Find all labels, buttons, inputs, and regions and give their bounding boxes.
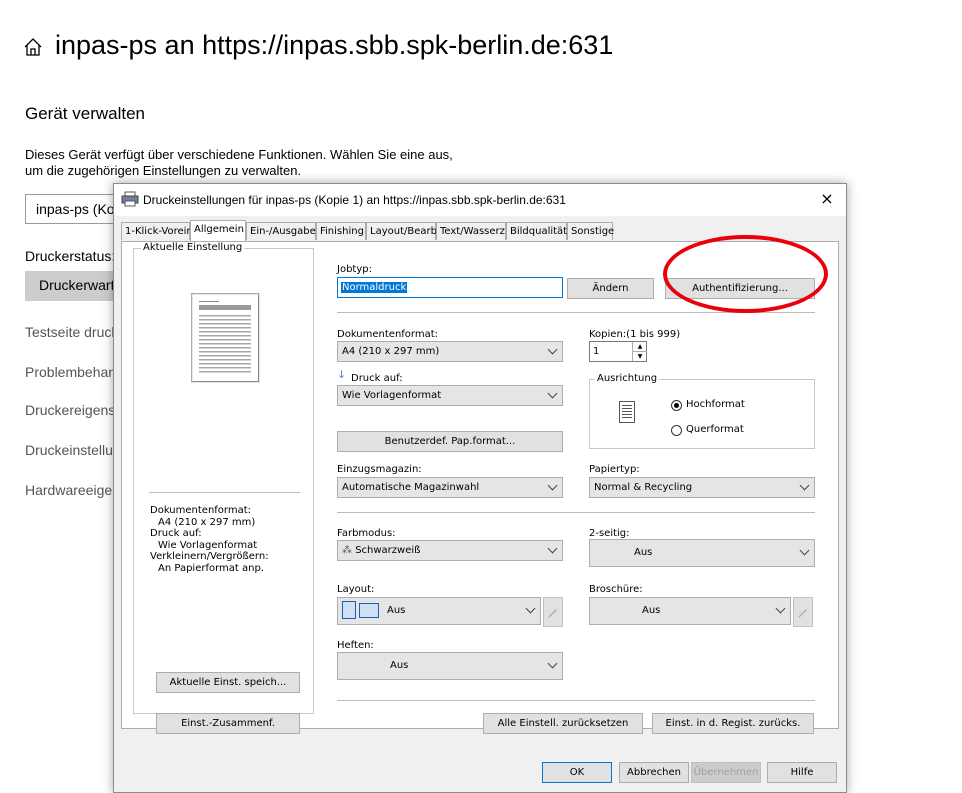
custom-paper-format-button[interactable]: Benutzerdef. Pap.format... bbox=[337, 431, 563, 452]
dialog-titlebar: Druckeinstellungen für inpas-ps (Kopie 1… bbox=[114, 184, 846, 216]
portrait-page-icon bbox=[619, 401, 635, 423]
cancel-button[interactable]: Abbrechen bbox=[619, 762, 689, 783]
tab-ein-ausgabe[interactable]: Ein-/Ausgabe bbox=[246, 222, 316, 240]
current-settings-title: Aktuelle Einstellung bbox=[141, 242, 245, 253]
troubleshoot-link[interactable]: Problembehan bbox=[25, 364, 116, 380]
page-preview-icon bbox=[191, 293, 260, 383]
portrait-label: Hochformat bbox=[686, 399, 745, 410]
left-divider bbox=[149, 492, 300, 493]
help-button[interactable]: Hilfe bbox=[767, 762, 837, 783]
chevron-down-icon bbox=[775, 603, 786, 614]
copies-spin-buttons[interactable]: ▲ ▼ bbox=[632, 342, 647, 361]
spin-down-icon[interactable]: ▼ bbox=[633, 352, 647, 361]
divider-3 bbox=[337, 700, 815, 701]
chevron-down-icon bbox=[547, 344, 558, 355]
grayscale-icon: ⁂ bbox=[342, 545, 352, 556]
spin-up-icon[interactable]: ▲ bbox=[633, 342, 647, 352]
printer-properties-link[interactable]: Druckereigens bbox=[25, 402, 115, 418]
close-button[interactable]: × bbox=[808, 184, 846, 216]
tab-layout-bearb[interactable]: Layout/Bearb bbox=[366, 222, 437, 240]
jobtype-label: Jobtyp: bbox=[337, 264, 372, 275]
tab-allgemein[interactable]: Allgemein bbox=[190, 220, 246, 241]
home-icon bbox=[24, 38, 42, 56]
pencil-icon bbox=[798, 609, 807, 618]
color-mode-select[interactable]: ⁂ Schwarzweiß bbox=[337, 540, 563, 561]
reset-all-button[interactable]: Alle Einstell. zurücksetzen bbox=[483, 713, 643, 734]
color-mode-label: Farbmodus: bbox=[337, 528, 396, 539]
dialog-title: Druckeinstellungen für inpas-ps (Kopie 1… bbox=[143, 193, 566, 207]
duplex-select[interactable]: Aus bbox=[589, 539, 815, 567]
portrait-radio[interactable] bbox=[671, 400, 682, 411]
save-current-settings-button[interactable]: Aktuelle Einst. speich... bbox=[156, 672, 300, 693]
page-description: Dieses Gerät verfügt über verschiedene F… bbox=[25, 147, 453, 178]
tab-text-wasserz[interactable]: Text/Wasserz bbox=[436, 222, 506, 240]
document-format-label: Dokumentenformat: bbox=[337, 329, 439, 340]
pencil-icon bbox=[548, 609, 557, 618]
chevron-down-icon bbox=[547, 388, 558, 399]
booklet-select[interactable]: Aus bbox=[589, 597, 791, 625]
tab-1-klick[interactable]: 1-Klick-Vorein bbox=[121, 222, 193, 240]
arrow-down-icon: ↓ bbox=[337, 368, 347, 381]
printer-status-label: Druckerstatus: bbox=[25, 248, 116, 264]
tab-finishing[interactable]: Finishing bbox=[316, 222, 366, 240]
chevron-down-icon bbox=[799, 480, 810, 491]
staple-select[interactable]: Aus bbox=[337, 652, 563, 680]
landscape-label: Querformat bbox=[686, 424, 744, 435]
tray-select[interactable]: Automatische Magazinwahl bbox=[337, 477, 563, 498]
current-settings-summary: Dokumentenformat: A4 (210 x 297 mm) Druc… bbox=[150, 505, 269, 574]
ok-button[interactable]: OK bbox=[542, 762, 612, 783]
printer-icon bbox=[121, 191, 139, 207]
chevron-down-icon bbox=[799, 545, 810, 556]
print-test-page-link[interactable]: Testseite druck bbox=[25, 324, 118, 340]
chevron-down-icon bbox=[547, 658, 558, 669]
layout-label: Layout: bbox=[337, 584, 375, 595]
layout-page-icon bbox=[342, 601, 356, 619]
print-on-select[interactable]: Wie Vorlagenformat bbox=[337, 385, 563, 406]
layout-landscape-icon bbox=[359, 602, 379, 618]
paper-type-select[interactable]: Normal & Recycling bbox=[589, 477, 815, 498]
chevron-down-icon bbox=[547, 543, 558, 554]
apply-button[interactable]: Übernehmen bbox=[691, 762, 761, 783]
printing-preferences-link[interactable]: Druckeinstellu bbox=[25, 442, 113, 458]
chevron-down-icon bbox=[525, 603, 536, 614]
booklet-label: Broschüre: bbox=[589, 584, 643, 595]
duplex-label: 2-seitig: bbox=[589, 528, 630, 539]
settings-summary-button[interactable]: Einst.-Zusammenf. bbox=[156, 713, 300, 734]
highlight-ellipse bbox=[663, 235, 828, 313]
print-on-label: Druck auf: bbox=[351, 373, 403, 384]
tab-bildqualitaet[interactable]: Bildqualität bbox=[506, 222, 567, 240]
page-title: inpas-ps an https://inpas.sbb.spk-berlin… bbox=[55, 30, 614, 60]
section-title: Gerät verwalten bbox=[25, 104, 145, 123]
hardware-properties-link[interactable]: Hardwareeiger bbox=[25, 482, 117, 498]
tab-pane-allgemein: Aktuelle Einstellung Dokumentenformat: A… bbox=[121, 241, 839, 734]
reset-registry-button[interactable]: Einst. in d. Regist. zurücks. bbox=[652, 713, 814, 734]
chevron-down-icon bbox=[547, 480, 558, 491]
staple-label: Heften: bbox=[337, 640, 374, 651]
tray-label: Einzugsmagazin: bbox=[337, 464, 422, 475]
tab-sonstige[interactable]: Sonstige bbox=[567, 222, 614, 240]
jobtype-field[interactable]: Normaldruck bbox=[337, 277, 563, 298]
orientation-title: Ausrichtung bbox=[595, 373, 660, 384]
document-format-select[interactable]: A4 (210 x 297 mm) bbox=[337, 341, 563, 362]
booklet-edit-button[interactable] bbox=[793, 597, 813, 627]
divider-2 bbox=[337, 512, 815, 513]
change-jobtype-button[interactable]: Ändern bbox=[567, 278, 654, 299]
copies-label: Kopien:(1 bis 999) bbox=[589, 329, 681, 340]
layout-edit-button[interactable] bbox=[543, 597, 563, 627]
jobtype-value: Normaldruck bbox=[341, 282, 408, 293]
landscape-radio[interactable] bbox=[671, 425, 682, 436]
layout-select[interactable]: Aus bbox=[337, 597, 541, 625]
paper-type-label: Papiertyp: bbox=[589, 464, 640, 475]
